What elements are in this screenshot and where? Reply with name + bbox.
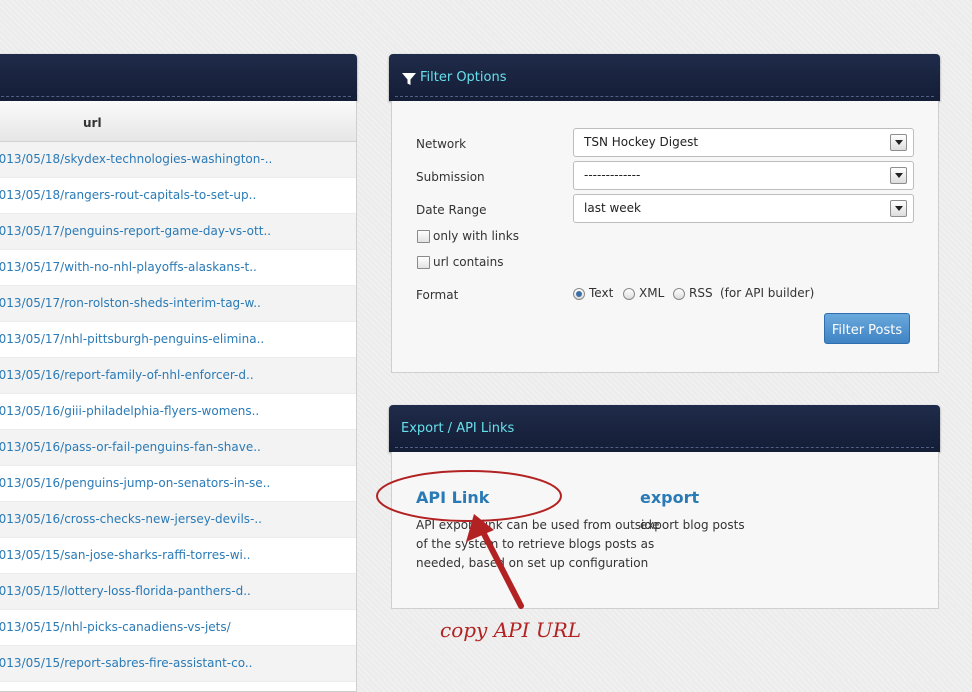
annotation-arrow-head [466, 514, 494, 542]
annotation-ellipse [376, 470, 562, 522]
annotation-arrow-shaft [479, 527, 524, 609]
annotation-text: copy API URL [440, 618, 582, 642]
annotation-overlay [376, 470, 562, 609]
